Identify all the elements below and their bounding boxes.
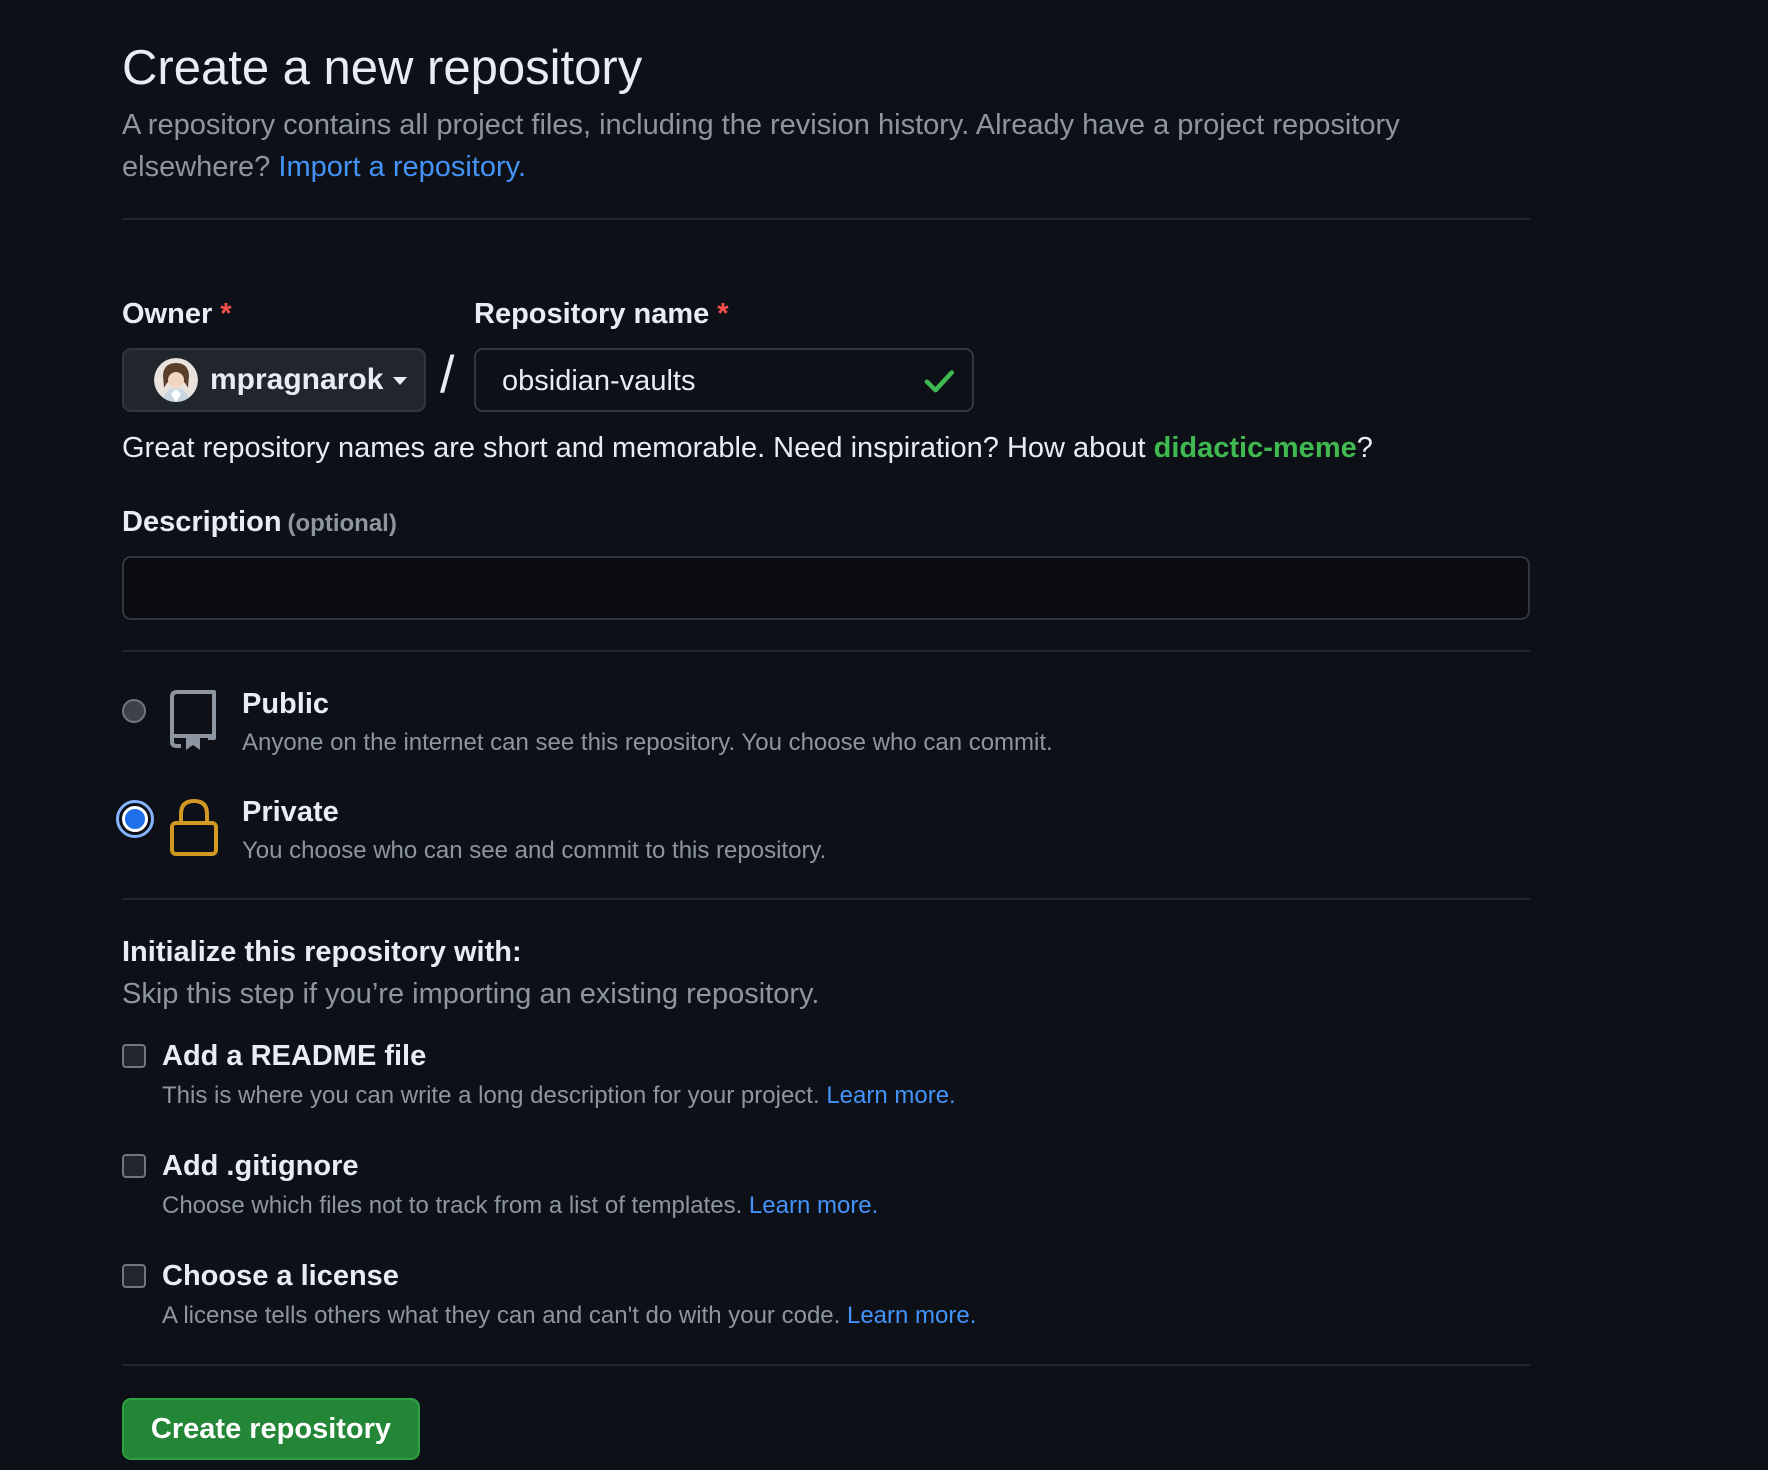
private-radio[interactable] [116,800,154,838]
optional-tag: (optional) [287,510,397,537]
readme-description: This is where you can write a long descr… [162,1082,956,1110]
repo-name-value[interactable]: obsidian-vaults [502,365,695,398]
license-description: A license tells others what they can and… [162,1302,976,1330]
required-mark: * [220,298,232,330]
check-icon [924,370,955,393]
owner-dropdown[interactable]: mpragnarok [122,348,426,412]
license-label: Choose a license [162,1260,399,1292]
owner-label-text: Owner [122,298,213,330]
gitignore-label: Add .gitignore [162,1150,359,1182]
divider [122,218,1530,220]
gitignore-description-text: Choose which files not to track from a l… [162,1192,743,1219]
lock-icon [170,798,218,856]
chevron-down-icon [393,377,408,385]
required-mark: * [717,298,729,330]
gitignore-learn-more-link[interactable]: Learn more. [749,1192,878,1219]
owner-repo-separator: / [440,346,455,404]
gitignore-checkbox[interactable] [122,1154,146,1178]
readme-description-text: This is where you can write a long descr… [162,1082,820,1109]
avatar [154,358,198,402]
repo-name-label: Repository name * [474,298,729,331]
create-repository-button[interactable]: Create repository [122,1398,420,1460]
divider [122,650,1530,652]
license-checkbox[interactable] [122,1264,146,1288]
divider [122,898,1530,900]
repo-name-input[interactable]: obsidian-vaults [474,348,974,412]
import-repository-link[interactable]: Import a repository. [278,151,526,183]
description-input[interactable] [122,556,1530,620]
name-suggestion-link[interactable]: didactic-meme [1154,432,1357,464]
public-label: Public [242,688,330,720]
description-label: Description (optional) [122,506,397,539]
public-description: Anyone on the internet can see this repo… [242,729,1053,756]
readme-learn-more-link[interactable]: Learn more. [826,1082,955,1109]
hint-suffix: ? [1356,432,1373,464]
owner-name: mpragnarok [210,363,384,396]
license-learn-more-link[interactable]: Learn more. [847,1302,976,1329]
gitignore-description: Choose which files not to track from a l… [162,1192,878,1220]
divider [122,1364,1530,1366]
hint-text: Great repository names are short and mem… [122,432,1146,464]
readme-label: Add a README file [162,1040,427,1072]
repo-icon [170,690,216,750]
repo-name-label-text: Repository name [474,298,710,330]
intro-text: A repository contains all project files,… [122,104,1542,188]
license-description-text: A license tells others what they can and… [162,1302,841,1329]
private-label: Private [242,796,339,828]
page-title: Create a new repository [122,41,643,95]
radio-selected-dot [122,806,148,832]
description-label-text: Description [122,506,282,538]
public-radio[interactable] [122,699,146,723]
repo-name-hint: Great repository names are short and mem… [122,432,1373,465]
initialize-title: Initialize this repository with: [122,936,522,968]
initialize-subtitle: Skip this step if you’re importing an ex… [122,978,820,1010]
readme-checkbox[interactable] [122,1044,146,1068]
owner-label: Owner * [122,298,232,331]
private-description: You choose who can see and commit to thi… [242,837,827,864]
